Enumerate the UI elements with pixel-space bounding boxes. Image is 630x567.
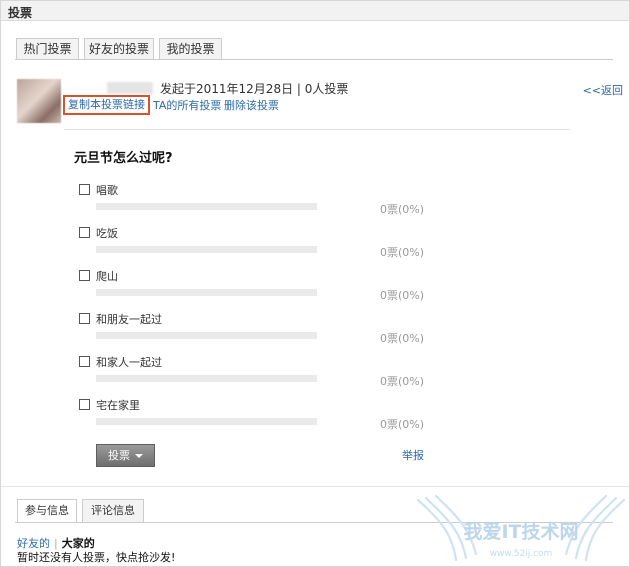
- empty-participants-message: 暂时还没有人投票，快点抢沙发!: [17, 551, 176, 564]
- option-result-bar: [96, 375, 317, 382]
- caret-down-icon: [135, 454, 143, 458]
- option-label: 和家人一起过: [96, 356, 162, 369]
- option-vote-count: 0票(0%): [380, 332, 425, 345]
- copy-poll-link[interactable]: 复制本投票链接: [63, 95, 150, 115]
- option-vote-count: 0票(0%): [380, 203, 425, 216]
- option-vote-count: 0票(0%): [380, 289, 425, 302]
- panel-header: 投票: [1, 1, 629, 21]
- poll-divider: [64, 129, 570, 130]
- option-result-bar: [96, 289, 317, 296]
- option-checkbox[interactable]: [79, 184, 90, 195]
- report-link[interactable]: 举报: [402, 447, 424, 463]
- option-label: 唱歌: [96, 184, 118, 197]
- option-checkbox[interactable]: [79, 270, 90, 281]
- option-result-bar: [96, 203, 317, 210]
- tab-friends-polls[interactable]: 好友的投票: [84, 38, 154, 60]
- option-label: 吃饭: [96, 227, 118, 240]
- option-vote-count: 0票(0%): [380, 246, 425, 259]
- avatar[interactable]: [17, 79, 61, 123]
- poll-question: 元旦节怎么过呢?: [74, 151, 173, 166]
- option-label: 爬山: [96, 270, 118, 283]
- tab-participation-info[interactable]: 参与信息: [17, 499, 77, 523]
- panel-title: 投票: [8, 6, 33, 20]
- delete-poll-link[interactable]: 删除该投票: [224, 97, 279, 113]
- section-divider: [1, 486, 629, 487]
- poll-meta: 发起于2011年12月28日 | 0人投票: [160, 82, 349, 96]
- option-result-bar: [96, 246, 317, 253]
- option-checkbox[interactable]: [79, 313, 90, 324]
- option-label: 和朋友一起过: [96, 313, 162, 326]
- option-vote-count: 0票(0%): [380, 375, 425, 388]
- tab-bar-divider: [15, 59, 613, 60]
- back-link[interactable]: <<返回: [583, 82, 623, 98]
- tab-my-polls[interactable]: 我的投票: [159, 38, 222, 60]
- bottom-tab-divider: [15, 522, 613, 523]
- username-blurred: [107, 82, 153, 94]
- option-result-bar: [96, 418, 317, 425]
- vote-button-label: 投票: [108, 449, 130, 462]
- option-vote-count: 0票(0%): [380, 418, 425, 431]
- option-checkbox[interactable]: [79, 227, 90, 238]
- option-label: 宅在家里: [96, 399, 140, 412]
- option-checkbox[interactable]: [79, 399, 90, 410]
- vote-button[interactable]: 投票: [96, 444, 155, 467]
- option-result-bar: [96, 332, 317, 339]
- tab-hot-polls[interactable]: 热门投票: [16, 38, 79, 60]
- all-polls-link[interactable]: TA的所有投票: [153, 97, 221, 113]
- tab-comment-info[interactable]: 评论信息: [82, 499, 144, 523]
- option-checkbox[interactable]: [79, 356, 90, 367]
